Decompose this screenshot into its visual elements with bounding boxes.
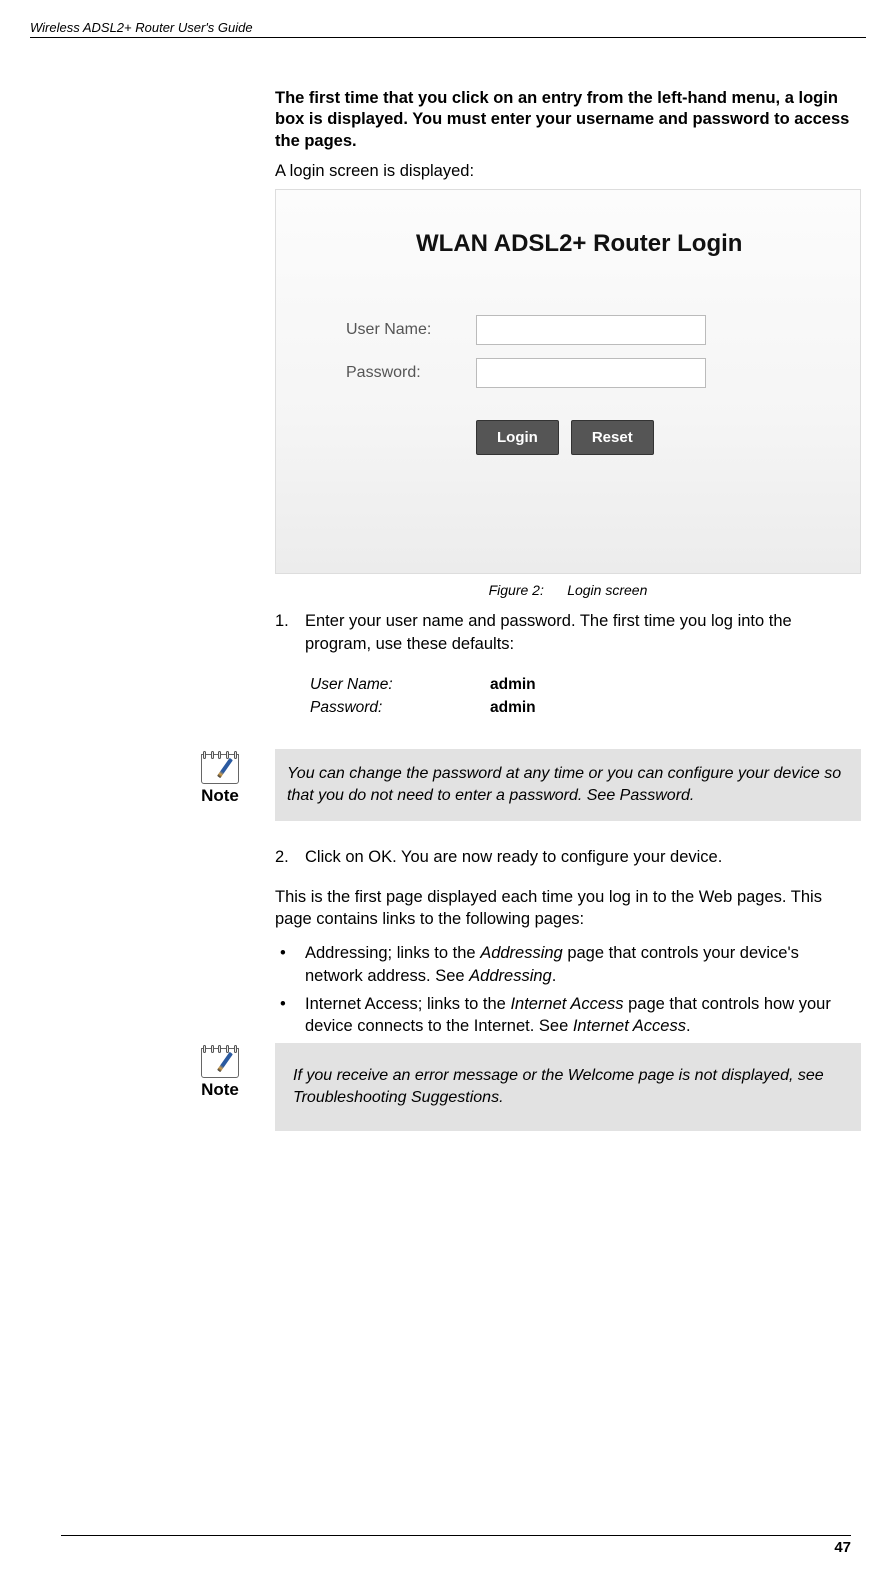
cred-password-value: admin — [490, 696, 536, 719]
bullet-1: • Addressing; links to the Addressing pa… — [275, 942, 861, 987]
cred-username-label: User Name: — [310, 673, 490, 696]
content: The first time that you click on an entr… — [275, 88, 861, 1131]
credentials-table: User Name: admin Password: admin — [310, 673, 861, 720]
intro-bold: The first time that you click on an entr… — [275, 88, 861, 152]
figure-text: Login screen — [567, 582, 647, 598]
step-2-num: 2. — [275, 846, 305, 868]
login-button[interactable]: Login — [476, 420, 559, 455]
login-buttons: Login Reset — [476, 420, 654, 455]
step-2-body: Click on OK. You are now ready to config… — [305, 846, 861, 868]
step-list-2: 2. Click on OK. You are now ready to con… — [275, 846, 861, 868]
b2-post: . — [686, 1017, 691, 1035]
b2-em1: Internet Access — [510, 995, 623, 1013]
login-screenshot: WLAN ADSL2+ Router Login User Name: Pass… — [275, 189, 861, 574]
figure-prefix: Figure 2: — [489, 582, 544, 598]
bullet-1-text: Addressing; links to the Addressing page… — [305, 942, 861, 987]
bullet-mark: • — [275, 993, 305, 1038]
step-1-body: Enter your user name and password. The f… — [305, 610, 861, 655]
note-1-label: Note — [165, 786, 275, 806]
cred-password-row: Password: admin — [310, 696, 861, 719]
step-1: 1. Enter your user name and password. Th… — [275, 610, 861, 655]
welcome-para: This is the first page displayed each ti… — [275, 886, 861, 931]
bullet-mark: • — [275, 942, 305, 987]
login-title: WLAN ADSL2+ Router Login — [416, 230, 742, 258]
b1-em2: Addressing — [469, 967, 552, 985]
bullet-2: • Internet Access; links to the Internet… — [275, 993, 861, 1038]
b2-pre: Internet Access; links to the — [305, 995, 510, 1013]
cred-password-label: Password: — [310, 696, 490, 719]
note-2-box: If you receive an error message or the W… — [275, 1043, 861, 1130]
notepad-icon — [201, 749, 239, 784]
b1-em1: Addressing — [480, 944, 563, 962]
intro-text: A login screen is displayed: — [275, 162, 861, 181]
figure-caption: Figure 2: Login screen — [275, 582, 861, 598]
reset-button[interactable]: Reset — [571, 420, 654, 455]
password-row: Password: — [346, 358, 706, 388]
note-2: Note If you receive an error message or … — [165, 1043, 861, 1130]
bullet-2-text: Internet Access; links to the Internet A… — [305, 993, 861, 1038]
cred-username-value: admin — [490, 673, 536, 696]
login-form: User Name: Password: — [346, 315, 706, 401]
b1-pre: Addressing; links to the — [305, 944, 480, 962]
note-1-box: You can change the password at any time … — [275, 749, 861, 820]
note-2-icon-cell: Note — [165, 1043, 275, 1100]
cred-username-row: User Name: admin — [310, 673, 861, 696]
step-1-num: 1. — [275, 610, 305, 655]
b2-em2: Internet Access — [573, 1017, 686, 1035]
b1-post: . — [552, 967, 557, 985]
username-label: User Name: — [346, 321, 476, 339]
note-1-icon-cell: Note — [165, 749, 275, 806]
notepad-icon — [201, 1043, 239, 1078]
page-number: 47 — [61, 1535, 851, 1556]
page-header: Wireless ADSL2+ Router User's Guide — [30, 20, 866, 38]
password-input[interactable] — [476, 358, 706, 388]
bullet-list: • Addressing; links to the Addressing pa… — [275, 942, 861, 1037]
username-row: User Name: — [346, 315, 706, 345]
note-2-label: Note — [165, 1080, 275, 1100]
step-2: 2. Click on OK. You are now ready to con… — [275, 846, 861, 868]
step-list: 1. Enter your user name and password. Th… — [275, 610, 861, 655]
password-label: Password: — [346, 364, 476, 382]
username-input[interactable] — [476, 315, 706, 345]
note-1: Note You can change the password at any … — [165, 749, 861, 820]
